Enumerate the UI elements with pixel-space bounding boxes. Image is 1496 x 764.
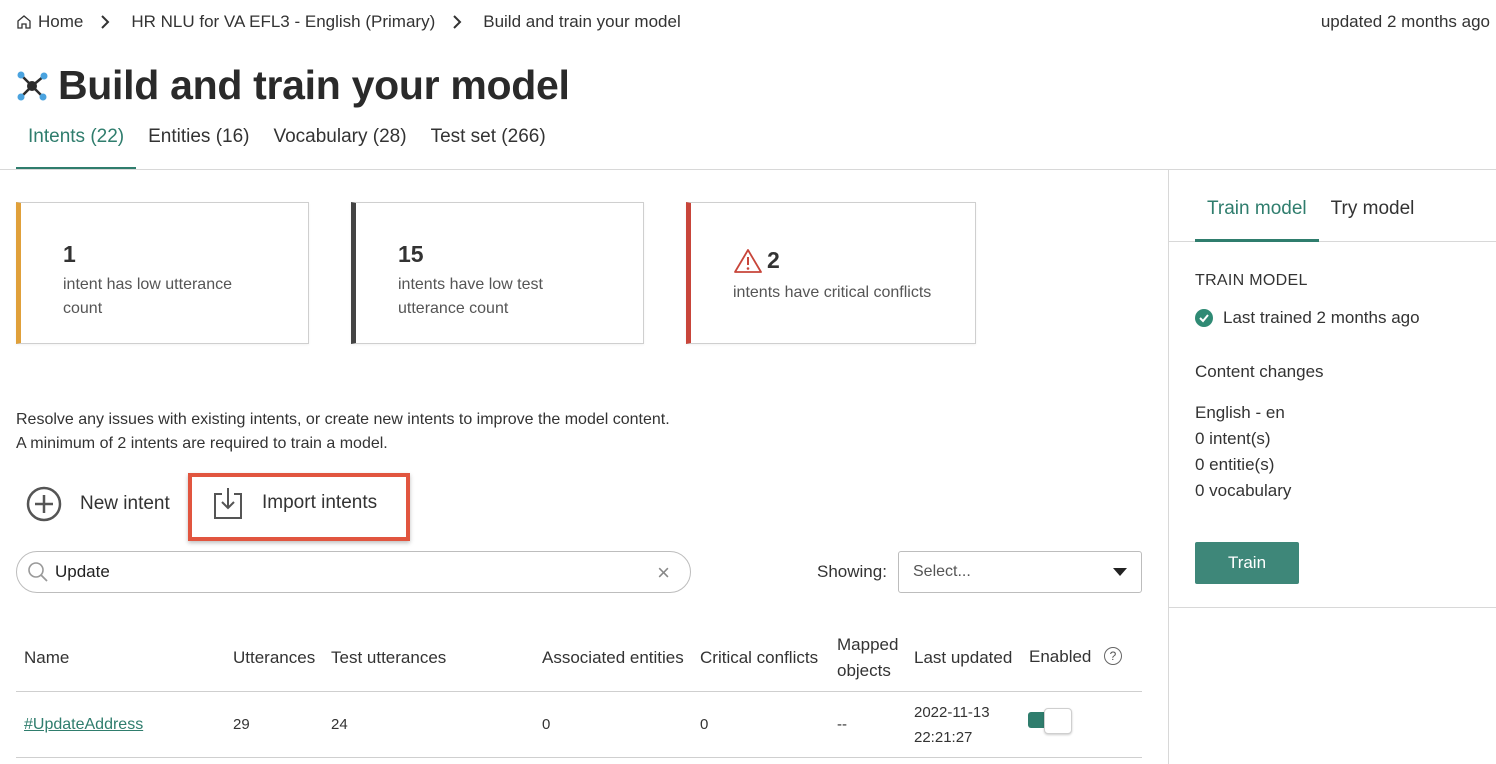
card-count: 1	[63, 241, 76, 267]
info-line: Resolve any issues with existing intents…	[16, 411, 670, 428]
train-model-heading: TRAIN MODEL	[1195, 272, 1308, 289]
check-circle-icon	[1195, 309, 1213, 327]
column-header-test-utterances[interactable]: Test utterances	[331, 645, 446, 671]
train-button[interactable]: Train	[1195, 542, 1299, 584]
card-text: intent has low utterance count	[63, 276, 232, 317]
tab-train-model[interactable]: Train model	[1195, 170, 1319, 242]
info-line: A minimum of 2 intents are required to t…	[16, 435, 388, 452]
vocabulary-line: 0 vocabulary	[1195, 481, 1292, 500]
low-utterance-card[interactable]: 1 intent has low utterance count	[16, 202, 309, 344]
train-panel: Train model Try model TRAIN MODEL Last t…	[1168, 170, 1496, 764]
tab-intents[interactable]: Intents (22)	[16, 122, 137, 170]
warning-icon	[734, 248, 762, 273]
search-bar: ×	[16, 551, 691, 593]
help-icon[interactable]: ?	[1104, 647, 1122, 665]
card-count: 15	[398, 241, 424, 267]
language-line: English - en	[1195, 403, 1285, 422]
model-network-icon	[17, 71, 48, 100]
cell-critical-conflicts: 0	[700, 716, 709, 733]
search-input[interactable]	[55, 562, 615, 582]
last-trained-status: Last trained 2 months ago	[1195, 308, 1420, 328]
breadcrumb-home-label: Home	[38, 12, 84, 31]
tab-bar: Intents (22) Entities (16) Vocabulary (2…	[16, 122, 558, 170]
chevron-right-icon	[451, 14, 463, 30]
card-count: 2	[767, 247, 780, 273]
add-circle-icon	[26, 486, 62, 522]
table-header-divider	[16, 691, 1142, 692]
low-test-utterance-card[interactable]: 15 intents have low test utterance count	[351, 202, 644, 344]
tab-vocabulary[interactable]: Vocabulary (28)	[261, 122, 418, 170]
tab-test-set[interactable]: Test set (266)	[419, 122, 558, 170]
card-text: intents have low test utterance count	[398, 276, 543, 317]
search-icon	[28, 562, 48, 582]
cell-utterances: 29	[233, 716, 250, 733]
cell-associated-entities: 0	[542, 716, 551, 733]
enabled-toggle[interactable]	[1028, 708, 1072, 734]
column-header-utterances[interactable]: Utterances	[233, 645, 315, 671]
cell-last-updated-time: 22:21:27	[914, 729, 973, 746]
tab-entities[interactable]: Entities (16)	[136, 122, 261, 170]
column-header-name[interactable]: Name	[24, 645, 69, 671]
select-value: Select...	[913, 563, 971, 580]
cell-mapped-objects: --	[837, 716, 847, 733]
chevron-right-icon	[99, 14, 111, 30]
card-text: intents have critical conflicts	[733, 284, 932, 301]
panel-tab-bar: Train model Try model	[1169, 170, 1496, 242]
new-intent-label: New intent	[80, 493, 170, 514]
page-title: Build and train your model	[58, 62, 570, 108]
cell-test-utterances: 24	[331, 716, 348, 733]
import-icon	[214, 488, 242, 519]
tab-try-model[interactable]: Try model	[1319, 170, 1427, 242]
row-divider	[16, 757, 1142, 758]
breadcrumb-current: Build and train your model	[483, 12, 681, 31]
critical-conflicts-card[interactable]: 2 intents have critical conflicts	[686, 202, 976, 344]
clear-search-icon[interactable]: ×	[657, 560, 670, 586]
home-icon	[17, 15, 31, 29]
train-model-body: TRAIN MODEL Last trained 2 months ago Co…	[1169, 242, 1496, 608]
column-header-enabled[interactable]: Enabled	[1029, 644, 1091, 670]
column-header-mapped-objects[interactable]: Mapped objects	[837, 632, 907, 684]
showing-label: Showing:	[817, 562, 887, 581]
cell-last-updated-date: 2022-11-13	[914, 704, 990, 721]
content-changes-list: English - en 0 intent(s) 0 entitie(s) 0 …	[1195, 400, 1291, 504]
intent-name-link[interactable]: #UpdateAddress	[24, 716, 143, 733]
column-header-critical-conflicts[interactable]: Critical conflicts	[700, 645, 818, 671]
entities-line: 0 entitie(s)	[1195, 455, 1275, 474]
column-header-last-updated[interactable]: Last updated	[914, 645, 1012, 671]
toggle-knob	[1044, 708, 1072, 734]
column-header-associated-entities[interactable]: Associated entities	[542, 645, 684, 671]
import-intents-label: Import intents	[262, 492, 378, 513]
intents-line: 0 intent(s)	[1195, 429, 1271, 448]
updated-timestamp: updated 2 months ago	[1320, 12, 1490, 31]
new-intent-button[interactable]: New intent	[26, 486, 170, 522]
showing-select[interactable]: Select...	[898, 551, 1142, 593]
last-trained-text: Last trained 2 months ago	[1223, 308, 1420, 327]
content-changes-label: Content changes	[1195, 362, 1324, 381]
breadcrumb: Home HR NLU for VA EFL3 - English (Prima…	[16, 10, 681, 34]
import-intents-button[interactable]: Import intents	[212, 486, 377, 520]
info-text: Resolve any issues with existing intents…	[16, 408, 670, 456]
breadcrumb-home[interactable]: Home	[16, 12, 83, 32]
breadcrumb-project[interactable]: HR NLU for VA EFL3 - English (Primary)	[131, 12, 435, 32]
caret-down-icon	[1113, 568, 1127, 576]
page-header: Build and train your model	[16, 62, 570, 109]
